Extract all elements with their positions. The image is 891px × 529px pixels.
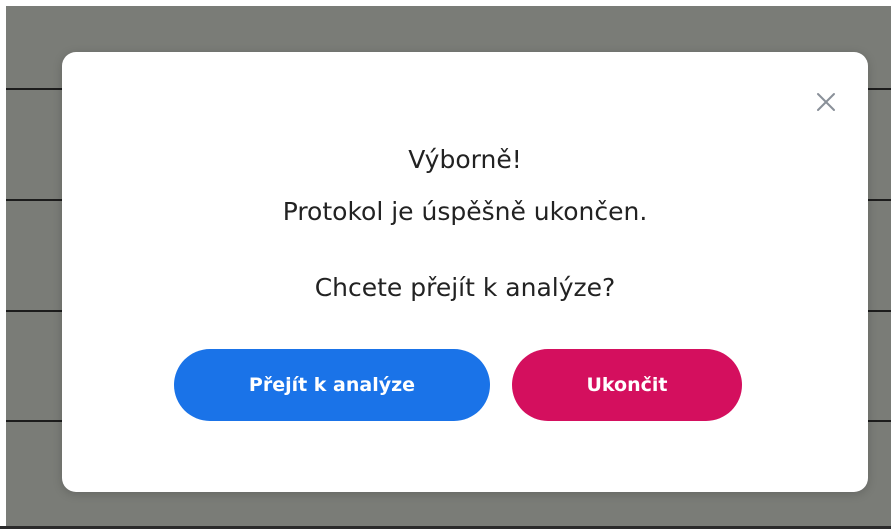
close-icon xyxy=(817,93,835,111)
finish-button[interactable]: Ukončit xyxy=(512,349,742,421)
dialog-title: Výborně! xyxy=(408,145,522,174)
dialog-status-text: Protokol je úspěšně ukončen. xyxy=(282,197,648,226)
success-dialog: Výborně! Protokol je úspěšně ukončen. Ch… xyxy=(62,52,868,492)
go-to-analysis-button[interactable]: Přejít k analýze xyxy=(174,349,490,421)
screen: Výborně! Protokol je úspěšně ukončen. Ch… xyxy=(0,0,891,529)
close-button[interactable] xyxy=(806,82,846,122)
dialog-question: Chcete přejít k analýze? xyxy=(314,273,616,302)
dialog-message: Výborně! Protokol je úspěšně ukončen. xyxy=(62,134,868,238)
